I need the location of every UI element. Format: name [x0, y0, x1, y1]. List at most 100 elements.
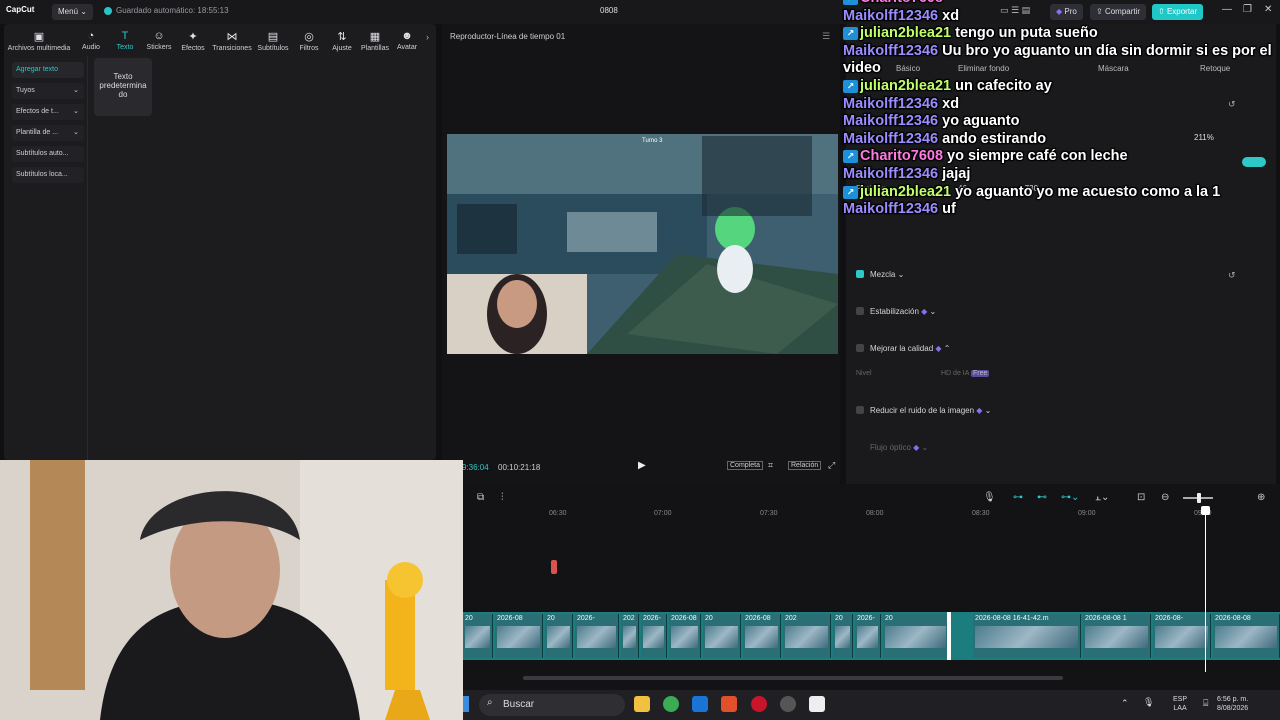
checkbox[interactable]: [856, 344, 864, 352]
subtitles-icon: ▤: [267, 31, 279, 43]
checkbox[interactable]: [856, 406, 864, 414]
level-label: Nivel: [856, 370, 872, 377]
zoom-out-icon[interactable]: ⊖: [1161, 492, 1169, 503]
zoom-slider-handle[interactable]: [1197, 493, 1201, 503]
tab-text[interactable]: T Texto: [108, 30, 142, 51]
play-icon[interactable]: ▶: [638, 460, 646, 471]
subnav-item[interactable]: Subtítulos auto...: [12, 146, 84, 162]
crop-icon[interactable]: ⌗: [768, 460, 773, 471]
opera-icon[interactable]: [751, 696, 767, 712]
chevron-up-icon[interactable]: ⌃: [1121, 698, 1129, 709]
audio-wave-icon[interactable]: ⫶: [501, 492, 504, 503]
ratio-button[interactable]: Relación: [788, 461, 822, 470]
full-button[interactable]: Completa: [727, 461, 763, 470]
video-track[interactable]: 20 2026-08 20 2026- 202 2026- 2026-08 20 2026-08…: [463, 612, 1280, 660]
caption-icon[interactable]: ⊡: [1137, 492, 1145, 503]
ruler-tick-label: 07:00: [654, 510, 672, 517]
badge-icon: ↗: [843, 185, 858, 199]
file-explorer-icon[interactable]: [634, 696, 650, 712]
split-icon[interactable]: ⧉: [477, 492, 484, 503]
checkbox-checked[interactable]: [856, 270, 864, 278]
timeline-scrollbar[interactable]: [523, 676, 1063, 680]
marker[interactable]: [551, 560, 557, 574]
magnet-icon[interactable]: ⊷: [1037, 492, 1047, 503]
tab-filters[interactable]: ◎ Filtros: [294, 30, 324, 52]
brave-icon[interactable]: [721, 696, 737, 712]
video-clip[interactable]: 202: [783, 614, 831, 658]
tab-adjust[interactable]: ⇅ Ajuste: [326, 30, 358, 52]
video-clip[interactable]: 20: [703, 614, 741, 658]
tab-effects[interactable]: ✦ Efectos: [176, 30, 210, 52]
subnav-item[interactable]: Efectos de t... ⌄: [12, 104, 84, 120]
tab-avatar[interactable]: ☻ Avatar: [392, 30, 422, 51]
clip-label: 202: [623, 615, 635, 622]
fullscreen-icon[interactable]: ⤢: [828, 460, 835, 471]
chrome-icon[interactable]: [663, 696, 679, 712]
clip-thumbnail: [643, 626, 664, 648]
tab-transitions[interactable]: ⋈ Transiciones: [210, 30, 254, 52]
current-time: 9:36:04: [462, 463, 489, 472]
blend-row[interactable]: Mezcla ⌄: [856, 270, 904, 279]
reset-icon[interactable]: ↺: [1228, 270, 1236, 281]
subnav-item[interactable]: Plantilla de ... ⌄: [12, 125, 84, 141]
video-clip[interactable]: 2026-08: [669, 614, 701, 658]
taskbar-search[interactable]: [479, 694, 625, 716]
zoom-in-icon[interactable]: ⊕: [1257, 492, 1265, 503]
preview-axis-icon[interactable]: ⫠⌄: [1095, 492, 1109, 503]
language-indicator[interactable]: ESP LAA: [1173, 695, 1187, 713]
menu-button[interactable]: Menú ⌄: [52, 4, 93, 20]
noise-row[interactable]: Reducir el ruido de la imagen ◆ ⌄: [856, 406, 991, 415]
chat-username: Maikolff12346: [843, 130, 939, 147]
windows-start-icon[interactable]: [463, 696, 469, 712]
link-icon[interactable]: ⊶: [1013, 492, 1023, 503]
video-clip[interactable]: 20: [545, 614, 573, 658]
video-preview[interactable]: Turno 3: [447, 134, 838, 354]
subnav-item[interactable]: Subtítulos loca...: [12, 167, 84, 183]
video-clip[interactable]: 202: [621, 614, 639, 658]
microphone-icon[interactable]: 🎙: [1143, 697, 1154, 708]
subnav-item[interactable]: Tuyos ⌄: [12, 83, 84, 99]
stabilization-row[interactable]: Estabilización ◆ ⌄: [856, 307, 936, 316]
video-clip[interactable]: 20: [883, 614, 949, 658]
tab-templates[interactable]: ▦ Plantillas: [358, 30, 392, 52]
video-clip[interactable]: 20: [833, 614, 853, 658]
snap-icon[interactable]: ⊶⌄: [1061, 492, 1079, 503]
video-clip[interactable]: 2026-08: [743, 614, 781, 658]
tab-sticker[interactable]: ☺ Stickers: [142, 30, 176, 51]
video-clip[interactable]: 2026-08-08 16-41-42.m: [973, 614, 1081, 658]
video-clip[interactable]: 2026-08-: [1153, 614, 1211, 658]
checkbox[interactable]: [856, 307, 864, 315]
chat-username: Maikolff12346: [843, 165, 939, 182]
tab-media[interactable]: ▣ Archivos multimedia: [4, 30, 74, 52]
clock[interactable]: 6:56 p. m. 8/08/2026: [1217, 695, 1248, 713]
network-icon[interactable]: ⌸: [1203, 698, 1208, 709]
tab-audio[interactable]: ◔ Audio: [76, 30, 106, 51]
video-clip[interactable]: 2026-: [575, 614, 619, 658]
video-clip[interactable]: 2026-08-08 1: [1083, 614, 1151, 658]
chat-text: ando estirando: [942, 130, 1047, 147]
playhead-handle[interactable]: [1201, 506, 1210, 515]
video-clip[interactable]: 2026-: [855, 614, 881, 658]
playhead[interactable]: [1205, 508, 1206, 672]
microphone-icon[interactable]: 🎙: [983, 492, 996, 503]
video-clip[interactable]: 20: [463, 614, 493, 658]
level-select[interactable]: HD de IA Free: [941, 370, 990, 377]
video-clip[interactable]: 2026-: [641, 614, 667, 658]
webcam-scene: [0, 460, 463, 720]
subnav-item[interactable]: Agregar texto: [12, 62, 84, 78]
clip-selection-handle[interactable]: [947, 612, 951, 660]
hamburger-icon[interactable]: ☰: [822, 31, 830, 42]
default-text-card[interactable]: Texto predetermina do: [94, 58, 152, 116]
app-icon[interactable]: [780, 696, 796, 712]
video-clip[interactable]: 2026-08-08: [1213, 614, 1280, 658]
clip-thumbnail: [975, 626, 1078, 648]
enhance-row[interactable]: Mejorar la calidad ◆ ⌃: [856, 344, 950, 353]
tab-subtitles[interactable]: ▤ Subtítulos: [254, 30, 292, 52]
capcut-icon[interactable]: [809, 696, 825, 712]
chat-username: julian2blea21: [860, 183, 952, 200]
store-icon[interactable]: [692, 696, 708, 712]
filters-icon: ◎: [304, 31, 314, 43]
video-clip[interactable]: 2026-08: [495, 614, 543, 658]
chevron-right-icon[interactable]: ›: [426, 32, 429, 42]
chat-text: xd: [942, 95, 960, 112]
